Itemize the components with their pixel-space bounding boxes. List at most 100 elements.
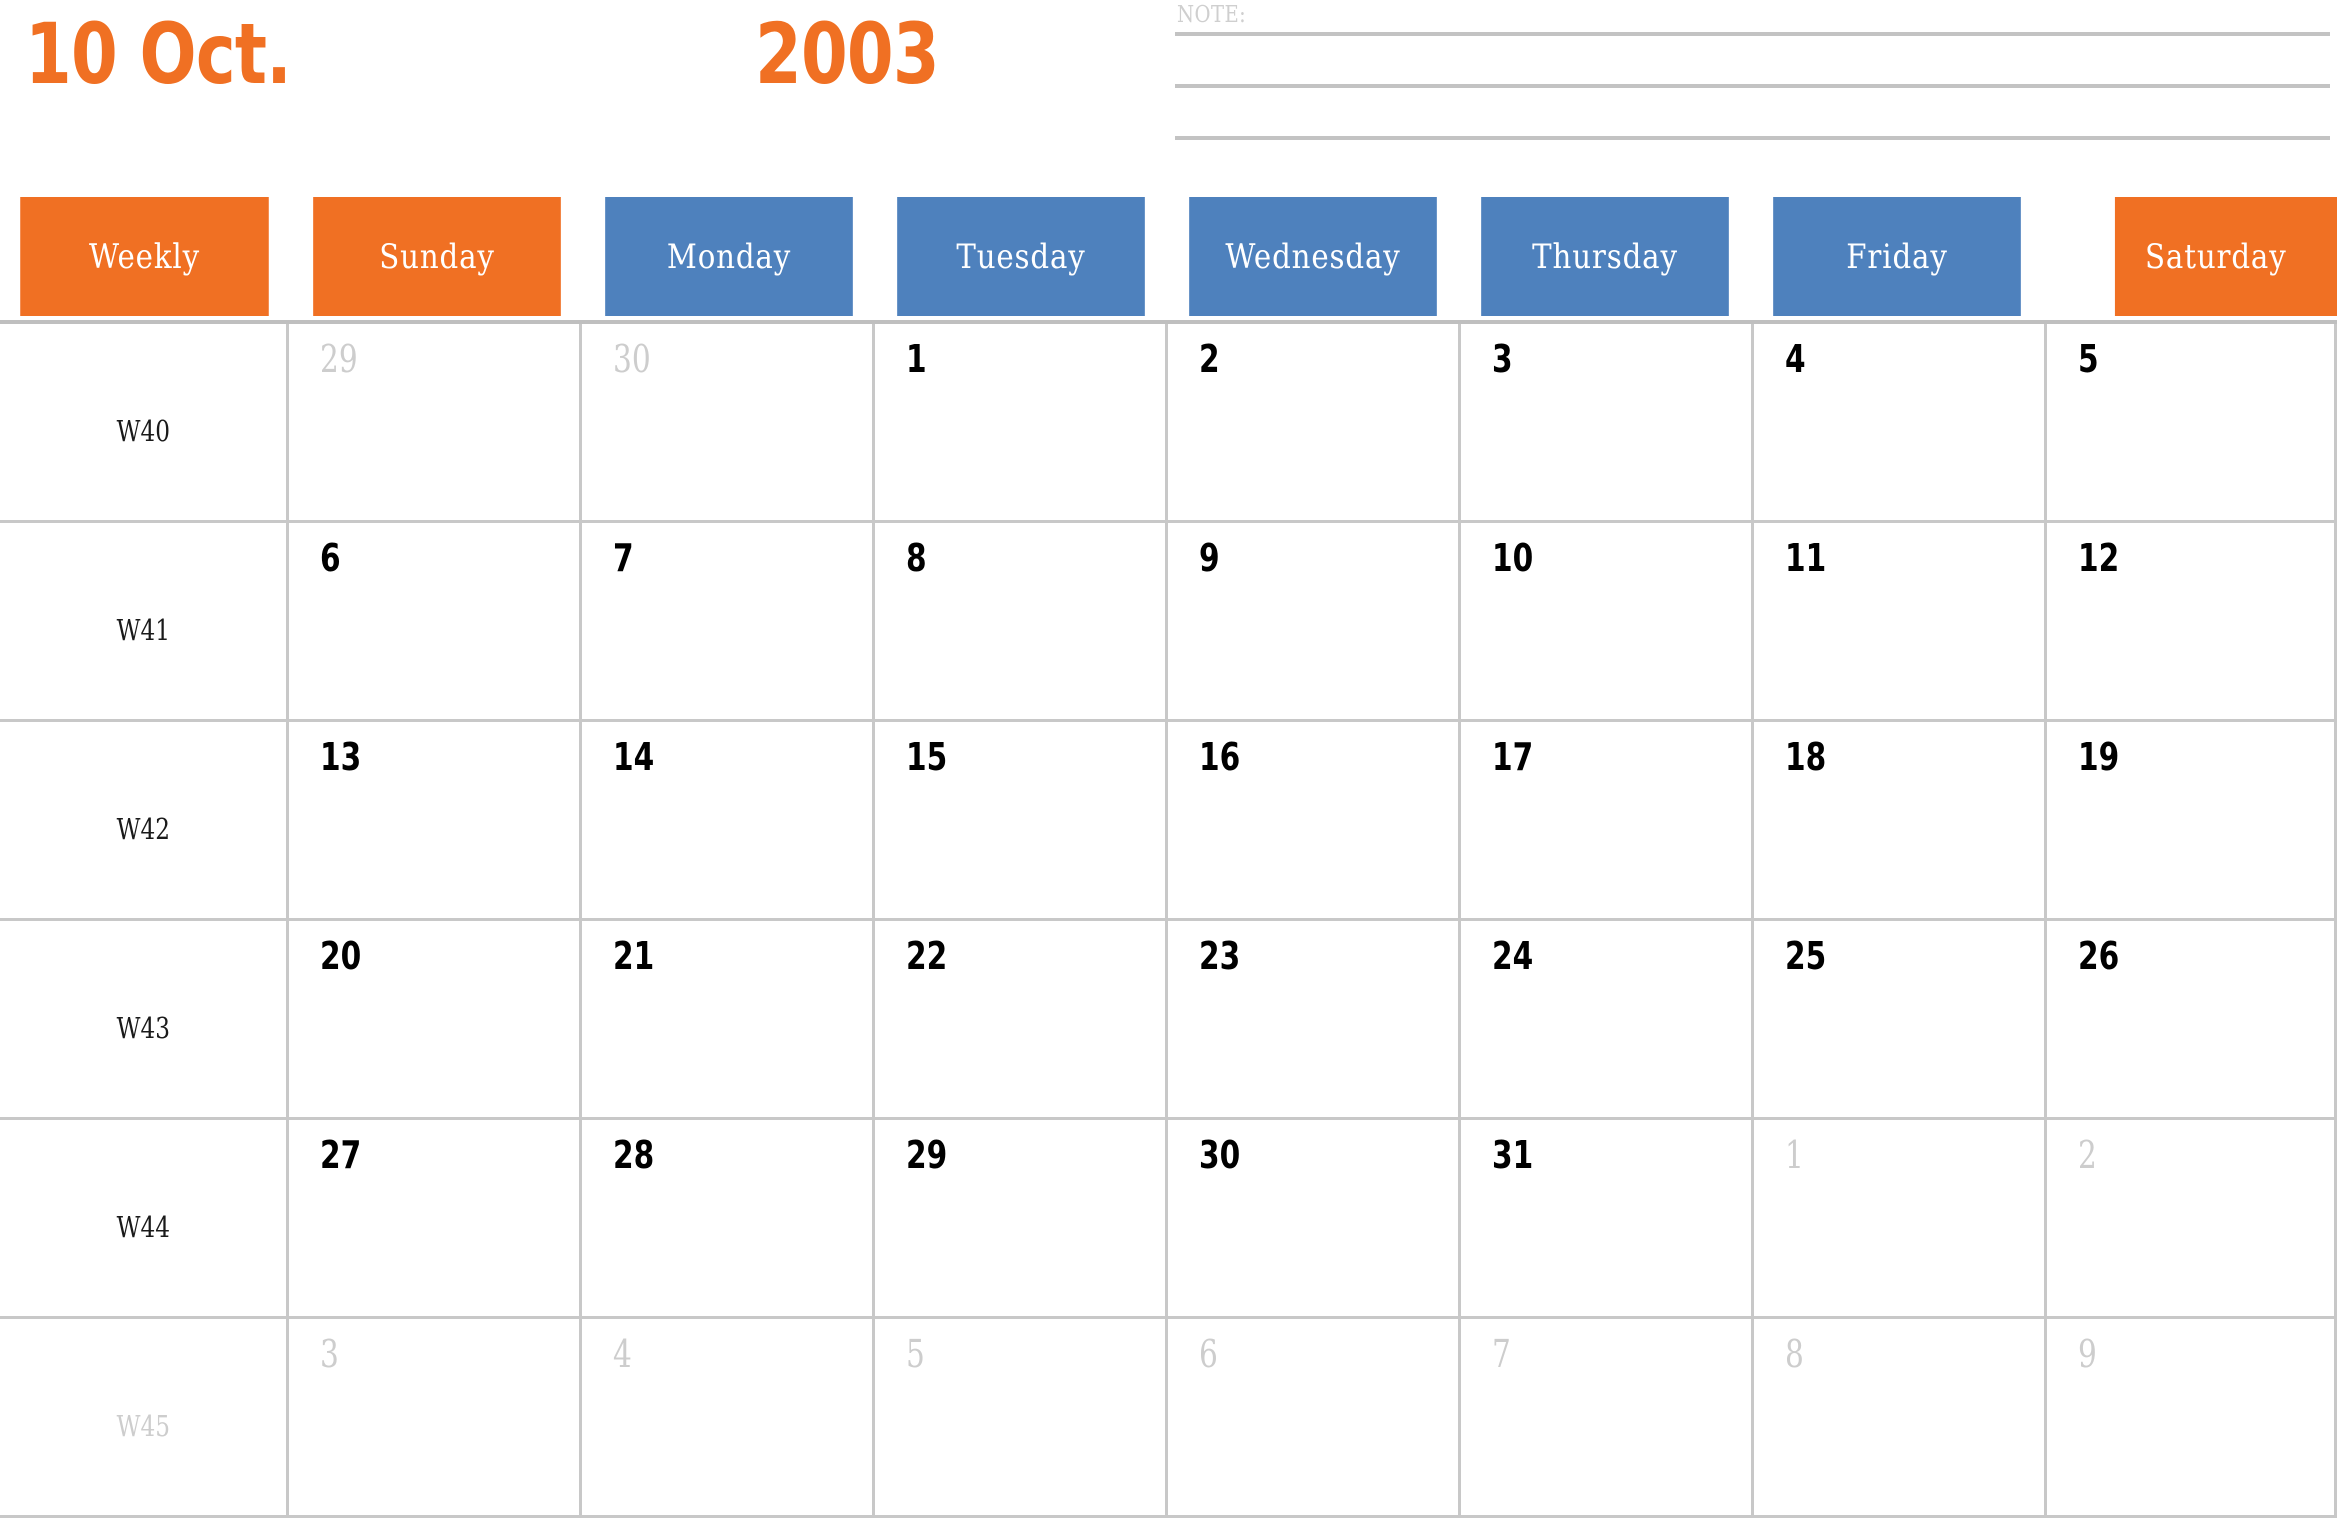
day-cell[interactable]: 30 [582, 324, 875, 520]
day-cell[interactable]: 22 [875, 921, 1168, 1117]
header-cell-friday: Friday [1773, 197, 2021, 316]
day-cell[interactable]: 9 [2047, 1319, 2337, 1515]
day-number: 16 [1199, 735, 1241, 779]
day-number: 26 [2078, 934, 2120, 978]
day-number: 4 [613, 1332, 632, 1376]
day-number: 8 [906, 536, 927, 580]
day-cell[interactable]: 2 [2047, 1120, 2337, 1316]
day-number: 6 [1199, 1332, 1218, 1376]
day-number: 30 [1199, 1133, 1241, 1177]
day-cell[interactable]: 8 [1754, 1319, 2047, 1515]
day-cell[interactable]: 31 [1461, 1120, 1754, 1316]
day-number: 24 [1492, 934, 1534, 978]
day-cell[interactable]: 7 [582, 523, 875, 719]
header-cell-wednesday: Wednesday [1189, 197, 1437, 316]
day-number: 5 [2078, 337, 2099, 381]
day-cell[interactable]: 26 [2047, 921, 2337, 1117]
day-number: 10 [1492, 536, 1534, 580]
calendar-header-row: Weekly Sunday Monday Tuesday Wednesday T… [0, 193, 2337, 320]
calendar-page: 10 Oct. 2003 NOTE: Weekly Sunday Monday … [0, 0, 2337, 1524]
day-cell[interactable]: 3 [289, 1319, 582, 1515]
day-cell[interactable]: 7 [1461, 1319, 1754, 1515]
header-cell-thursday: Thursday [1481, 197, 1729, 316]
note-rule-line-3 [1175, 136, 2330, 140]
header-label-wednesday: Wednesday [1225, 236, 1401, 277]
day-cell[interactable]: 11 [1754, 523, 2047, 719]
calendar-week-row: W45 3 4 5 6 7 8 9 [0, 1319, 2337, 1518]
week-number-cell: W44 [0, 1120, 289, 1316]
day-cell[interactable]: 5 [875, 1319, 1168, 1515]
day-cell[interactable]: 3 [1461, 324, 1754, 520]
day-cell[interactable]: 5 [2047, 324, 2337, 520]
header-label-sunday: Sunday [379, 236, 495, 277]
day-cell[interactable]: 27 [289, 1120, 582, 1316]
day-cell[interactable]: 23 [1168, 921, 1461, 1117]
week-number-cell: W45 [0, 1319, 289, 1515]
day-cell[interactable]: 24 [1461, 921, 1754, 1117]
day-cell[interactable]: 15 [875, 722, 1168, 918]
day-number: 19 [2078, 735, 2120, 779]
week-number-cell: W41 [0, 523, 289, 719]
week-number-label: W42 [116, 812, 170, 846]
day-number: 17 [1492, 735, 1534, 779]
day-cell[interactable]: 30 [1168, 1120, 1461, 1316]
day-cell[interactable]: 6 [289, 523, 582, 719]
day-cell[interactable]: 28 [582, 1120, 875, 1316]
day-number: 1 [1785, 1133, 1804, 1177]
day-number: 7 [613, 536, 634, 580]
header-label-tuesday: Tuesday [956, 236, 1086, 277]
header-label-monday: Monday [666, 236, 792, 277]
day-number: 20 [320, 934, 362, 978]
day-cell[interactable]: 25 [1754, 921, 2047, 1117]
calendar-week-row: W42 13 14 15 16 17 18 19 [0, 722, 2337, 921]
note-area: NOTE: [1175, 0, 2330, 150]
header-label-saturday: Saturday [2145, 236, 2287, 277]
day-number: 7 [1492, 1332, 1511, 1376]
day-number: 29 [320, 337, 358, 381]
day-number: 3 [1492, 337, 1513, 381]
day-cell[interactable]: 4 [582, 1319, 875, 1515]
day-number: 27 [320, 1133, 362, 1177]
day-cell[interactable]: 14 [582, 722, 875, 918]
header-cell-tuesday: Tuesday [897, 197, 1145, 316]
day-cell[interactable]: 17 [1461, 722, 1754, 918]
day-number: 21 [613, 934, 655, 978]
day-cell[interactable]: 2 [1168, 324, 1461, 520]
day-number: 4 [1785, 337, 1806, 381]
day-cell[interactable]: 9 [1168, 523, 1461, 719]
day-number: 14 [613, 735, 655, 779]
day-number: 3 [320, 1332, 339, 1376]
day-number: 9 [2078, 1332, 2097, 1376]
day-cell[interactable]: 21 [582, 921, 875, 1117]
day-cell[interactable]: 1 [875, 324, 1168, 520]
week-number-cell: W40 [0, 324, 289, 520]
note-rule-line-1 [1175, 32, 2330, 36]
header-label-weekly: Weekly [88, 236, 201, 277]
week-number-cell: W42 [0, 722, 289, 918]
week-number-label: W45 [116, 1409, 170, 1443]
day-cell[interactable]: 20 [289, 921, 582, 1117]
day-cell[interactable]: 13 [289, 722, 582, 918]
day-number: 6 [320, 536, 341, 580]
day-cell[interactable]: 16 [1168, 722, 1461, 918]
day-number: 28 [613, 1133, 655, 1177]
day-number: 13 [320, 735, 362, 779]
day-cell[interactable]: 10 [1461, 523, 1754, 719]
calendar-week-row: W41 6 7 8 9 10 11 12 [0, 523, 2337, 722]
week-number-cell: W43 [0, 921, 289, 1117]
note-label: NOTE: [1177, 2, 1247, 28]
day-cell[interactable]: 1 [1754, 1120, 2047, 1316]
day-number: 8 [1785, 1332, 1804, 1376]
week-number-label: W41 [116, 613, 170, 647]
day-cell[interactable]: 6 [1168, 1319, 1461, 1515]
day-cell[interactable]: 18 [1754, 722, 2047, 918]
day-cell[interactable]: 29 [875, 1120, 1168, 1316]
week-number-label: W44 [116, 1210, 170, 1244]
day-cell[interactable]: 4 [1754, 324, 2047, 520]
day-cell[interactable]: 8 [875, 523, 1168, 719]
day-cell[interactable]: 19 [2047, 722, 2337, 918]
calendar-body: W40 29 30 1 2 3 4 5 W41 6 7 8 9 10 11 12 W42 13 14 15 16 17 18… [0, 320, 2337, 1518]
day-cell[interactable]: 12 [2047, 523, 2337, 719]
day-cell[interactable]: 29 [289, 324, 582, 520]
title-area: 10 Oct. 2003 [0, 0, 1120, 135]
